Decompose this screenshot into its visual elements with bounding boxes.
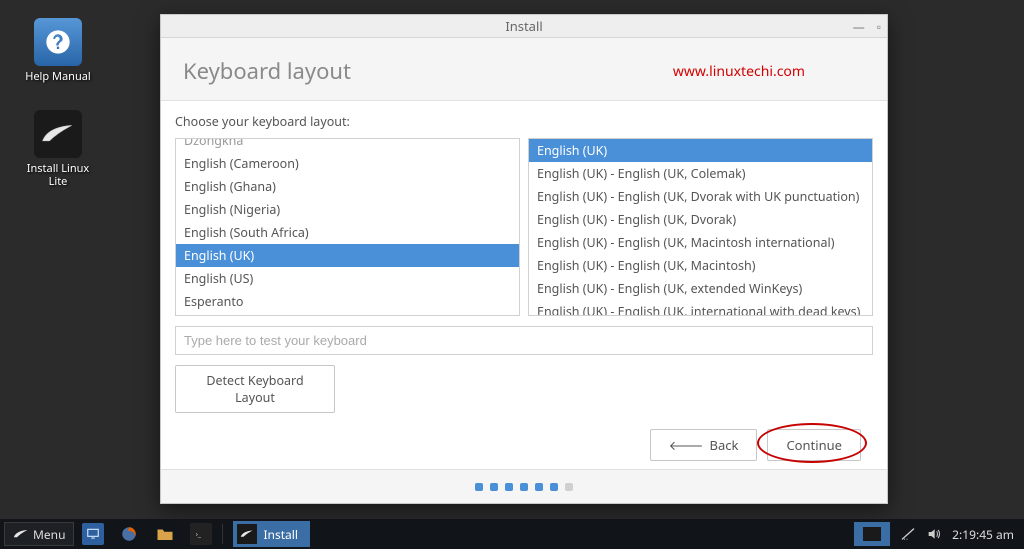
list-item[interactable]: English (UK) - English (UK, Macintosh in… [529,231,872,254]
taskbar-separator [222,524,223,544]
keyboard-language-list[interactable]: DzongkhaEnglish (Cameroon)English (Ghana… [175,138,520,316]
keyboard-variant-list[interactable]: English (UK)English (UK) - English (UK, … [528,138,873,316]
list-item[interactable]: English (UK) - English (UK, Dvorak) [529,208,872,231]
taskbar-app-files[interactable] [148,522,182,546]
svg-text:›_: ›_ [196,530,202,539]
back-button[interactable]: 🡐 Back [650,429,758,461]
continue-button-label: Continue [786,436,842,454]
progress-dot [490,483,498,491]
list-item[interactable]: English (UK) [529,139,872,162]
network-icon[interactable] [900,526,916,542]
list-item[interactable]: English (Ghana) [176,175,519,198]
progress-dot [520,483,528,491]
linux-lite-icon [34,110,82,158]
list-item[interactable]: English (UK) - English (UK, Macintosh) [529,254,872,277]
list-item[interactable]: Estonian [176,313,519,316]
progress-dot [475,483,483,491]
progress-dot [505,483,513,491]
minimize-button[interactable]: ― [853,18,865,35]
keyboard-test-input[interactable] [175,326,873,355]
list-item[interactable]: English (US) [176,267,519,290]
progress-dot [565,483,573,491]
list-item[interactable]: English (UK) - English (UK, internationa… [529,300,872,316]
watermark-url: www.linuxtechi.com [673,62,865,81]
workspace-switcher[interactable] [854,522,890,546]
list-item[interactable]: English (Cameroon) [176,152,519,175]
list-item[interactable]: English (UK) - English (UK, extended Win… [529,277,872,300]
task-label: Install [263,526,298,543]
window-title: Install [161,17,887,35]
taskbar-app-terminal[interactable]: ›_ [184,522,218,546]
list-item[interactable]: English (South Africa) [176,221,519,244]
continue-button[interactable]: Continue [767,429,861,461]
titlebar[interactable]: Install ― ▫ [161,15,887,38]
arrow-left-icon: 🡐 [669,436,704,454]
back-button-label: Back [710,436,739,454]
maximize-button[interactable]: ▫ [877,18,881,35]
list-item[interactable]: Esperanto [176,290,519,313]
firefox-icon [118,523,140,545]
linux-lite-icon [13,528,29,540]
clock[interactable]: 2:19:45 am [952,526,1014,543]
keyboard-prompt: Choose your keyboard layout: [175,113,873,130]
desktop-icon-label: Install Linux Lite [18,162,98,188]
volume-icon[interactable] [926,526,942,542]
taskbar-task-install[interactable]: Install [233,521,310,547]
list-item[interactable]: English (UK) - English (UK, Colemak) [529,162,872,185]
desktop-icon-install-linux-lite[interactable]: Install Linux Lite [18,110,98,188]
desktop-icon-label: Help Manual [18,70,98,83]
list-item[interactable]: English (Nigeria) [176,198,519,221]
taskbar-app-monitor[interactable] [76,522,110,546]
list-item[interactable]: English (UK) - English (UK, Dvorak with … [529,185,872,208]
progress-dot [535,483,543,491]
menu-label: Menu [33,526,65,543]
page-title: Keyboard layout [183,56,351,86]
list-item[interactable]: English (UK) [176,244,519,267]
desktop-icon-help-manual[interactable]: Help Manual [18,18,98,83]
workspace-thumb [863,527,881,541]
taskbar: Menu ›_ Install [0,519,1024,549]
menu-button[interactable]: Menu [4,522,74,546]
progress-dots [161,469,887,503]
help-icon [34,18,82,66]
linux-lite-icon [237,524,257,544]
monitor-icon [82,523,104,545]
list-item[interactable]: Dzongkha [176,138,519,152]
install-window: Install ― ▫ Keyboard layout www.linuxtec… [160,14,888,504]
terminal-icon: ›_ [190,523,212,545]
progress-dot [550,483,558,491]
taskbar-app-firefox[interactable] [112,522,146,546]
detect-keyboard-button[interactable]: Detect Keyboard Layout [175,365,335,413]
folder-icon [154,523,176,545]
